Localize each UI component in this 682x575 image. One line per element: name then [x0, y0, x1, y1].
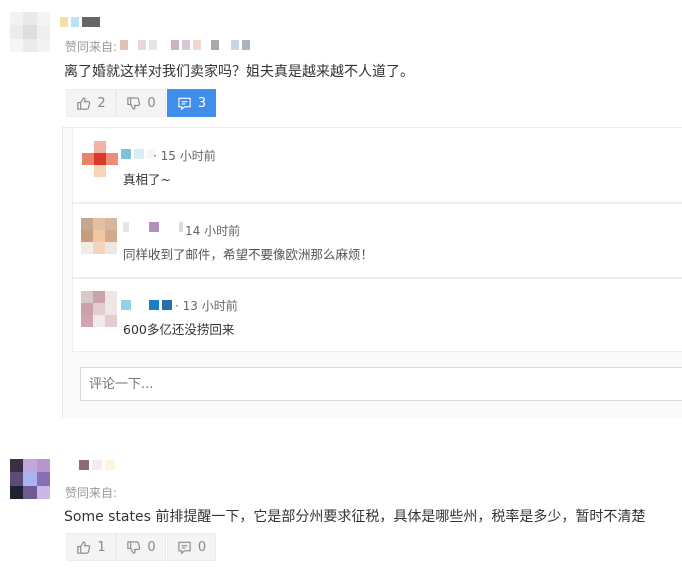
- username[interactable]: [121, 300, 172, 310]
- username[interactable]: [123, 222, 183, 232]
- thumbs-down-icon: [127, 96, 141, 110]
- username[interactable]: [66, 460, 115, 470]
- dislike-button[interactable]: 0: [116, 533, 166, 561]
- reply-time: · 15 小时前: [153, 149, 216, 163]
- reply-time: · 13 小时前: [175, 299, 238, 313]
- via-label: 赞同来自:: [65, 40, 118, 54]
- reply-time: 14 小时前: [185, 224, 241, 238]
- comment-input[interactable]: [80, 367, 682, 401]
- comment-actions: 1 0 0: [66, 533, 226, 561]
- comments-toggle-button[interactable]: 0: [167, 533, 216, 561]
- reply-text: 600多亿还没捞回来: [123, 322, 235, 337]
- reply-3: · 13 小时前 600多亿还没捞回来: [72, 278, 682, 352]
- reply-count: 3: [197, 95, 207, 111]
- avatar[interactable]: [10, 12, 50, 52]
- avatar[interactable]: [81, 291, 117, 327]
- username[interactable]: [60, 17, 100, 27]
- username[interactable]: [121, 149, 155, 159]
- thumbs-down-icon: [127, 540, 141, 554]
- like-button[interactable]: 1: [66, 533, 116, 561]
- dislike-button[interactable]: 0: [116, 89, 166, 117]
- comment-text: Some states 前排提醒一下，它是部分州要求征税，具体是哪些州，税率是多…: [64, 509, 646, 525]
- comment-icon: [178, 97, 191, 110]
- avatar[interactable]: [10, 459, 50, 499]
- via-users: [120, 40, 250, 50]
- like-button[interactable]: 2: [66, 89, 116, 117]
- comment-icon: [178, 541, 191, 554]
- reply-text: 同样收到了邮件，希望不要像欧洲那么麻烦！: [123, 247, 374, 262]
- reply-text: 真相了~: [123, 172, 171, 187]
- dislike-count: 0: [147, 95, 156, 111]
- reply-count: 0: [197, 539, 207, 555]
- comments-toggle-button[interactable]: 3: [167, 89, 216, 117]
- avatar[interactable]: [82, 141, 118, 177]
- via-label: 赞同来自:: [65, 486, 118, 500]
- dislike-count: 0: [147, 539, 156, 555]
- comment-text: 离了婚就这样对我们卖家吗？姐夫真是越来越不人道了。: [64, 64, 414, 80]
- reply-2: 14 小时前 同样收到了邮件，希望不要像欧洲那么麻烦！: [72, 203, 682, 278]
- reply-1: · 15 小时前 真相了~: [72, 127, 682, 203]
- comment-actions: 2 0 3: [66, 89, 226, 117]
- thumbs-up-icon: [77, 96, 91, 110]
- thumbs-up-icon: [77, 540, 91, 554]
- like-count: 2: [97, 95, 106, 111]
- like-count: 1: [97, 539, 106, 555]
- avatar[interactable]: [81, 218, 117, 254]
